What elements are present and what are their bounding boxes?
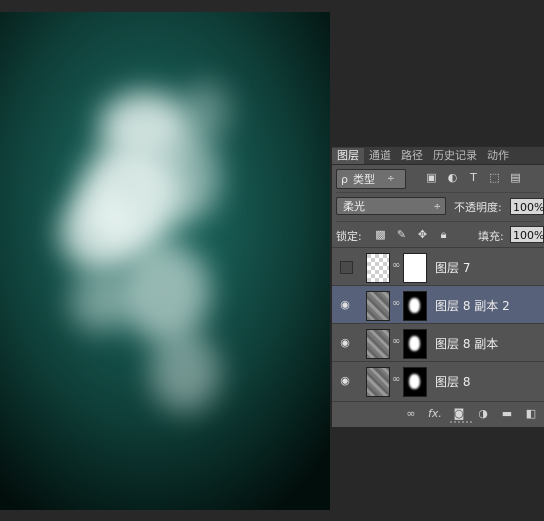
- shape-filter-icon[interactable]: ⬚: [487, 169, 502, 187]
- eye-icon[interactable]: ◉: [338, 336, 352, 350]
- layer-row[interactable]: ◉ ∞ 图层 8 副本 2: [332, 285, 544, 324]
- adjustment-layer-icon[interactable]: ◑: [476, 407, 490, 421]
- layer-thumbnail[interactable]: [366, 367, 390, 397]
- visibility-toggle[interactable]: [340, 261, 353, 274]
- divider: [336, 192, 540, 193]
- eye-icon[interactable]: ◉: [338, 298, 352, 312]
- text-filter-icon[interactable]: T: [466, 169, 481, 187]
- opacity-input[interactable]: 100%: [510, 198, 544, 215]
- tab-actions[interactable]: 动作: [482, 148, 514, 164]
- link-layers-icon[interactable]: ∞: [404, 407, 418, 421]
- filter-arrow-icon: ÷: [386, 174, 395, 184]
- layer-thumbnail[interactable]: [366, 329, 390, 359]
- image-filter-icon[interactable]: ▣: [424, 169, 439, 187]
- layer-mask-thumbnail[interactable]: [403, 329, 427, 359]
- layers-bottom-bar: ∞ fx. ◙ ◑ ▬ ◧: [332, 401, 544, 427]
- resize-grip[interactable]: [450, 421, 472, 427]
- lock-transparent-icon[interactable]: ▩: [374, 228, 387, 241]
- layer-name[interactable]: 图层 7: [435, 259, 470, 276]
- add-mask-icon[interactable]: ◙: [452, 407, 466, 421]
- layers-panel: 图层 通道 路径 历史记录 动作 ρ 类型 ÷ ▣ ◐ T ⬚ ▤ 柔光 ÷ 不…: [332, 146, 544, 427]
- search-icon: ρ: [341, 172, 348, 186]
- smart-object-filter-icon[interactable]: ▤: [508, 169, 523, 187]
- layer-mask-thumbnail[interactable]: [403, 291, 427, 321]
- tab-paths[interactable]: 路径: [396, 148, 428, 164]
- lock-icons: ▩ ✎ ✥ 🔒︎: [374, 228, 450, 241]
- layer-mask-thumbnail[interactable]: [403, 253, 427, 283]
- adjustment-filter-icon[interactable]: ◐: [445, 169, 460, 187]
- fill-input[interactable]: 100%: [510, 226, 544, 243]
- blend-arrow-icon: ÷: [433, 202, 441, 212]
- eye-icon[interactable]: ◉: [338, 374, 352, 388]
- lock-label: 锁定:: [336, 230, 362, 243]
- lock-paint-icon[interactable]: ✎: [395, 228, 408, 241]
- opacity-label: 不透明度:: [454, 201, 502, 214]
- layer-name[interactable]: 图层 8: [435, 373, 470, 390]
- tab-channels[interactable]: 通道: [364, 148, 396, 164]
- link-icon[interactable]: ∞: [392, 374, 400, 385]
- layer-mask-thumbnail[interactable]: [403, 367, 427, 397]
- layer-filter-select[interactable]: ρ 类型 ÷: [336, 169, 406, 189]
- lock-position-icon[interactable]: ✥: [416, 228, 429, 241]
- filter-type-label: 类型: [352, 173, 375, 186]
- document-canvas[interactable]: [0, 12, 330, 510]
- layer-thumbnail[interactable]: [366, 253, 390, 283]
- divider: [336, 221, 540, 222]
- tab-layers[interactable]: 图层: [332, 148, 364, 164]
- blend-mode-value: 柔光: [343, 200, 365, 213]
- link-icon[interactable]: ∞: [392, 336, 400, 347]
- link-icon[interactable]: ∞: [392, 260, 400, 271]
- fx-icon[interactable]: fx.: [428, 407, 442, 421]
- layer-row[interactable]: ∞ 图层 7: [332, 247, 544, 286]
- tab-history[interactable]: 历史记录: [428, 148, 482, 164]
- layer-name[interactable]: 图层 8 副本: [435, 335, 498, 352]
- new-group-icon[interactable]: ▬: [500, 407, 514, 421]
- link-icon[interactable]: ∞: [392, 298, 400, 309]
- new-layer-icon[interactable]: ◧: [524, 407, 538, 421]
- lock-all-icon[interactable]: 🔒︎: [437, 228, 450, 241]
- panel-tabs: 图层 通道 路径 历史记录 动作: [332, 147, 544, 165]
- layer-thumbnail[interactable]: [366, 291, 390, 321]
- blend-mode-select[interactable]: 柔光 ÷: [336, 197, 446, 215]
- layer-name[interactable]: 图层 8 副本 2: [435, 297, 510, 314]
- fill-label: 填充:: [478, 230, 504, 243]
- layer-row[interactable]: ◉ ∞ 图层 8 副本: [332, 323, 544, 362]
- layer-row[interactable]: ◉ ∞ 图层 8: [332, 361, 544, 400]
- filter-icons: ▣ ◐ T ⬚ ▤: [424, 169, 523, 187]
